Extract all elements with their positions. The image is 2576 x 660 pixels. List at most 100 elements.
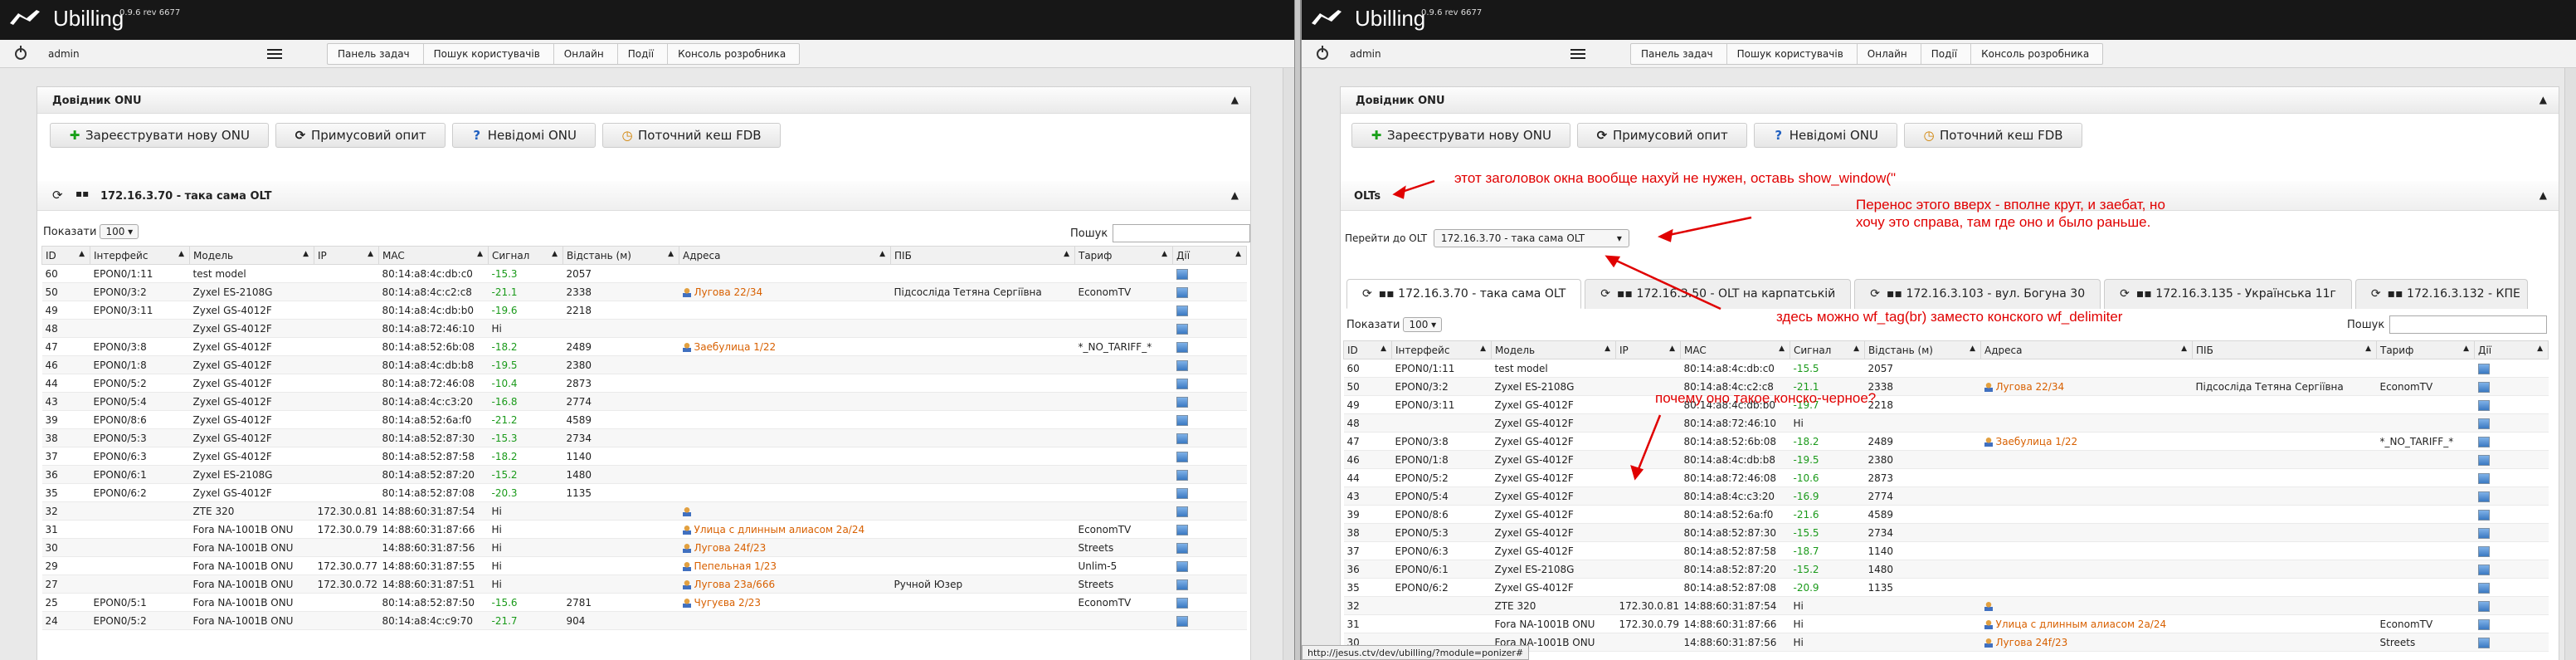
column-header[interactable]: Дії ▲	[2474, 340, 2549, 359]
force-poll-button[interactable]: ⟳ Примусовий опит	[275, 123, 446, 148]
edit-icon[interactable]	[1176, 341, 1188, 353]
left-scrollbar[interactable]	[1283, 68, 1294, 660]
unknown-onu-button[interactable]: ? Невідомі ONU	[451, 123, 597, 148]
column-header[interactable]: Модель ▲	[1491, 340, 1616, 359]
table-row[interactable]: 37 EPON0/6:3 Zyxel GS-4012F 80:14:a8:52:87:…	[1343, 541, 2549, 560]
search-input[interactable]	[2389, 315, 2548, 334]
table-row[interactable]: 25 EPON0/5:1 Fora NA-1001B ONU 80:14:a8:52:…	[41, 593, 1247, 612]
tab-olt-1[interactable]: ⟳ ▪▪ 172.16.3.70 - така сама OLT	[1346, 279, 1582, 309]
address-link[interactable]: Лугова 22/34	[1996, 381, 2065, 393]
table-row[interactable]: 32 ZTE 320 172.30.0.81 14:88:60:31:87:54 Hi	[41, 501, 1247, 521]
edit-icon[interactable]	[1176, 323, 1188, 335]
edit-icon[interactable]	[1176, 487, 1188, 499]
collapse-icon[interactable]: ▲	[1231, 189, 1239, 201]
logout-icon[interactable]	[15, 46, 27, 60]
table-row[interactable]: 39 EPON0/8:6 Zyxel GS-4012F 80:14:a8:52:6a:…	[1343, 505, 2549, 524]
edit-icon[interactable]	[1176, 286, 1188, 298]
column-header[interactable]: Модель ▲	[189, 246, 314, 265]
refresh-icon[interactable]: ⟳	[52, 188, 63, 203]
table-row[interactable]: 47 EPON0/3:8 Zyxel GS-4012F 80:14:a8:52:6b:…	[41, 337, 1247, 356]
edit-icon[interactable]	[2477, 381, 2490, 393]
address-link[interactable]: Пепельная 1/23	[694, 560, 777, 572]
edit-icon[interactable]	[1176, 268, 1188, 280]
column-header[interactable]: Адреса ▲	[1980, 340, 2193, 359]
edit-icon[interactable]	[2477, 491, 2490, 502]
column-header[interactable]: MAC ▲	[378, 246, 489, 265]
search-input[interactable]	[1113, 224, 1251, 242]
column-header[interactable]: Дії ▲	[1172, 246, 1247, 265]
collapse-icon[interactable]: ▲	[1231, 94, 1239, 105]
column-header[interactable]: ID ▲	[41, 246, 90, 265]
unknown-onu-button[interactable]: ? Невідомі ONU	[1753, 123, 1898, 148]
tab-olt-2[interactable]: ⟳ ▪▪ 172.16.3.50 - OLT на карпатській	[1585, 279, 1852, 309]
column-header[interactable]: Адреса ▲	[679, 246, 891, 265]
table-row[interactable]: 44 EPON0/5:2 Zyxel GS-4012F 80:14:a8:72:46:…	[41, 374, 1247, 393]
table-row[interactable]: 44 EPON0/5:2 Zyxel GS-4012F 80:14:a8:72:46:…	[1343, 468, 2549, 487]
edit-icon[interactable]	[2477, 399, 2490, 411]
edit-icon[interactable]	[1176, 524, 1188, 535]
column-header[interactable]: Тариф ▲	[2376, 340, 2475, 359]
edit-icon[interactable]	[1176, 451, 1188, 462]
goto-olt-select[interactable]: 172.16.3.70 - така сама OLT ▾	[1433, 229, 1629, 247]
edit-icon[interactable]	[2477, 600, 2490, 612]
edit-icon[interactable]	[1176, 378, 1188, 389]
tab-olt-4[interactable]: ⟳ ▪▪ 172.16.3.135 - Українська 11г	[2104, 279, 2352, 309]
right-scrollbar[interactable]	[2564, 68, 2576, 660]
edit-icon[interactable]	[2477, 472, 2490, 484]
register-onu-button[interactable]: ✚ Зареєструвати нову ONU	[50, 123, 269, 148]
table-row[interactable]: 27 Fora NA-1001B ONU 172.30.0.72 14:88:60:3…	[41, 574, 1247, 594]
table-row[interactable]: 32 ZTE 320 172.30.0.81 14:88:60:31:87:54 Hi	[1343, 596, 2549, 615]
menu-toggle-icon[interactable]	[267, 49, 282, 59]
edit-icon[interactable]	[2477, 545, 2490, 557]
table-row[interactable]: 46 EPON0/1:8 Zyxel GS-4012F 80:14:a8:4c:db:…	[41, 355, 1247, 374]
table-row[interactable]: 48 Zyxel GS-4012F 80:14:a8:72:46:10 Hi	[41, 319, 1247, 338]
column-header[interactable]: Інтерфейс ▲	[90, 246, 190, 265]
fdb-cache-button[interactable]: ◷ Поточний кеш FDB	[1904, 123, 2082, 148]
table-row[interactable]: 30 Fora NA-1001B ONU 14:88:60:31:87:56 Hi Лу…	[41, 538, 1247, 557]
address-link[interactable]: Лугова 24f/23	[1996, 637, 2068, 648]
brand-title[interactable]: Ubilling	[53, 6, 124, 32]
collapse-icon[interactable]: ▲	[2539, 189, 2547, 201]
edit-icon[interactable]	[1176, 433, 1188, 444]
table-row[interactable]: 60 EPON0/1:11 test model 80:14:a8:4c:db:c0 -…	[41, 264, 1247, 283]
table-row[interactable]: 50 EPON0/3:2 Zyxel ES-2108G 80:14:a8:4c:c2:…	[1343, 377, 2549, 396]
table-row[interactable]: 29 Fora NA-1001B ONU 172.30.0.77 14:88:60:3…	[41, 556, 1247, 575]
edit-icon[interactable]	[1176, 469, 1188, 481]
menu-toggle-icon[interactable]	[1570, 49, 1585, 59]
column-header[interactable]: Відстань (м) ▲	[1864, 340, 1981, 359]
crumb-events[interactable]: Події	[1921, 44, 1972, 64]
edit-icon[interactable]	[2477, 454, 2490, 466]
edit-icon[interactable]	[1176, 560, 1188, 572]
page-length-select[interactable]: 100 ▾	[1403, 317, 1443, 332]
edit-icon[interactable]	[2477, 509, 2490, 521]
column-header[interactable]: Сигнал ▲	[488, 246, 563, 265]
table-row[interactable]: 48 Zyxel GS-4012F 80:14:a8:72:46:10 Hi	[1343, 413, 2549, 433]
table-row[interactable]: 43 EPON0/5:4 Zyxel GS-4012F 80:14:a8:4c:c3:…	[41, 392, 1247, 411]
fdb-cache-button[interactable]: ◷ Поточний кеш FDB	[602, 123, 781, 148]
table-row[interactable]: 31 Fora NA-1001B ONU 172.30.0.79 14:88:60:3…	[41, 520, 1247, 539]
table-row[interactable]: 39 EPON0/8:6 Zyxel GS-4012F 80:14:a8:52:6a:…	[41, 410, 1247, 429]
address-link[interactable]: Улица с длинным алиасом 2а/24	[694, 524, 865, 535]
table-row[interactable]: 35 EPON0/6:2 Zyxel GS-4012F 80:14:a8:52:87:…	[41, 483, 1247, 502]
table-row[interactable]: 43 EPON0/5:4 Zyxel GS-4012F 80:14:a8:4c:c3:…	[1343, 486, 2549, 506]
edit-icon[interactable]	[2477, 363, 2490, 374]
table-row[interactable]: 49 EPON0/3:11 Zyxel GS-4012F 80:14:a8:4c:db…	[41, 301, 1247, 320]
column-header[interactable]: MAC ▲	[1680, 340, 1790, 359]
edit-icon[interactable]	[1176, 579, 1188, 590]
table-row[interactable]: 38 EPON0/5:3 Zyxel GS-4012F 80:14:a8:52:87:…	[41, 428, 1247, 447]
edit-icon[interactable]	[2477, 582, 2490, 594]
crumb-dev-console[interactable]: Консоль розробника	[668, 44, 799, 64]
address-link[interactable]: Заебулица 1/22	[694, 341, 777, 353]
edit-icon[interactable]	[1176, 396, 1188, 408]
edit-icon[interactable]	[2477, 527, 2490, 539]
table-row[interactable]: 36 EPON0/6:1 Zyxel ES-2108G 80:14:a8:52:87:…	[1343, 560, 2549, 579]
edit-icon[interactable]	[2477, 618, 2490, 630]
crumb-online[interactable]: Онлайн	[554, 44, 618, 64]
table-row[interactable]: 35 EPON0/6:2 Zyxel GS-4012F 80:14:a8:52:87:…	[1343, 578, 2549, 597]
edit-icon[interactable]	[1176, 615, 1188, 627]
table-row[interactable]: 49 EPON0/3:11 Zyxel GS-4012F 80:14:a8:4c:db…	[1343, 395, 2549, 414]
force-poll-button[interactable]: ⟳ Примусовий опит	[1576, 123, 1747, 148]
edit-icon[interactable]	[1176, 542, 1188, 554]
crumb-user-search[interactable]: Пошук користувачів	[1727, 44, 1858, 64]
crumb-dashboard[interactable]: Панель задач	[1631, 44, 1727, 64]
